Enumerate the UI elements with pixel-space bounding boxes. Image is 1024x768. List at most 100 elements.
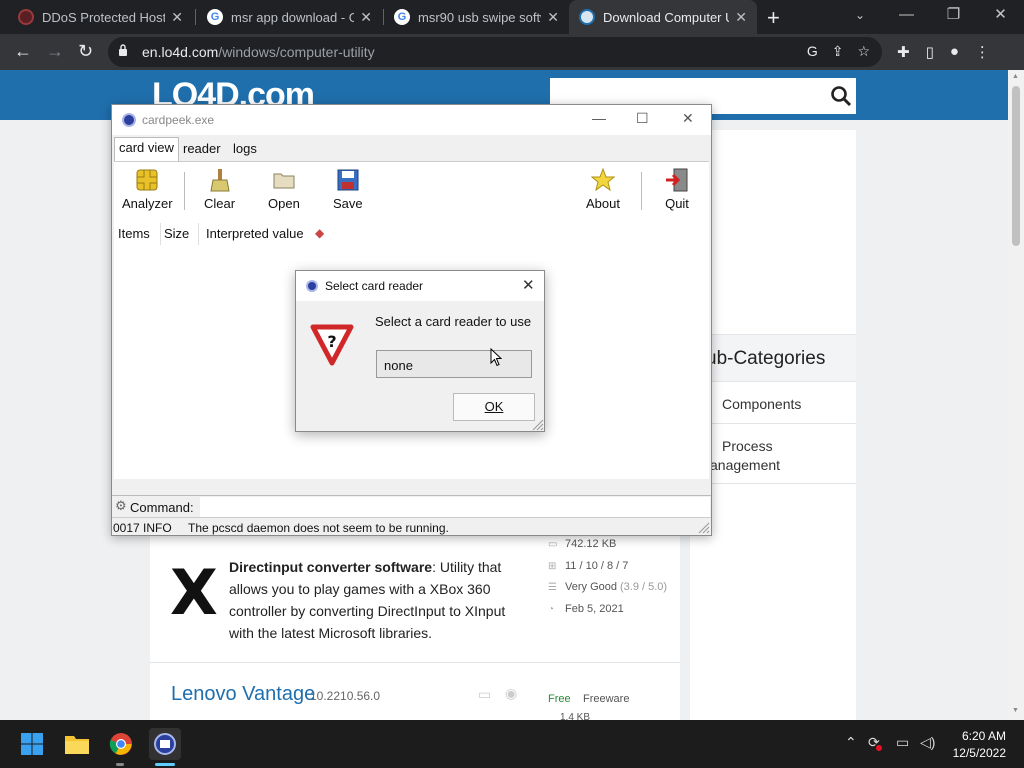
share-icon[interactable]: ⇪ [832, 43, 844, 60]
column-items[interactable]: Items [118, 226, 150, 241]
close-icon[interactable]: ✕ [360, 9, 372, 26]
search-button[interactable] [826, 78, 856, 114]
card-reader-select[interactable]: none [376, 350, 532, 378]
save-button[interactable]: Save [333, 168, 363, 211]
app-size: ▭ 742.12 KB [548, 538, 616, 550]
directinput-app-logo[interactable]: X [170, 556, 218, 629]
tab-separator [195, 9, 196, 25]
omnibox-actions: G ⇪ ☆ [807, 43, 870, 60]
clear-button[interactable]: Clear [204, 168, 235, 211]
tab-logs[interactable]: logs [233, 141, 257, 156]
subcategory-process-management[interactable]: Process anagement [690, 424, 856, 484]
forward-icon[interactable]: → [46, 41, 64, 62]
volume-icon[interactable]: ◁) [920, 734, 935, 751]
tab-card-view[interactable]: card view [114, 137, 179, 161]
google-icon: G [207, 9, 223, 25]
dialog-titlebar[interactable]: Select card reader ✕ [296, 271, 544, 301]
star-icon [590, 168, 615, 192]
folder-icon [273, 173, 295, 189]
minimize-icon[interactable]: — [592, 110, 606, 126]
new-tab-icon[interactable]: + [767, 5, 780, 31]
page-scrollbar[interactable]: ▲ ▼ [1008, 70, 1024, 720]
start-button[interactable] [16, 728, 48, 760]
tab-title: msr app download - Go [231, 9, 355, 25]
analyzer-button[interactable]: Analyzer [122, 168, 173, 211]
app-entry-title[interactable]: Directinput converter software [229, 559, 432, 575]
update-sync-icon[interactable]: ⟳ [868, 734, 882, 751]
browser-tab-2[interactable]: G msr app download - Go ✕ [197, 0, 382, 34]
back-icon[interactable]: ← [14, 41, 32, 62]
chrome-button[interactable] [105, 728, 137, 760]
file-explorer-button[interactable] [61, 728, 93, 760]
chevron-down-icon[interactable]: ⌄ [855, 8, 865, 22]
restore-icon[interactable]: ❐ [930, 0, 977, 34]
address-bar[interactable]: en.lo4d.com/windows/computer-utility G ⇪… [108, 37, 882, 67]
active-indicator [155, 763, 175, 766]
column-interpreted-value[interactable]: Interpreted value [206, 226, 304, 241]
resize-grip-icon[interactable] [698, 522, 710, 534]
maximize-icon[interactable]: ☐ [636, 110, 649, 127]
browser-toolbar: ← → ↻ en.lo4d.com/windows/computer-utili… [0, 34, 1024, 70]
chevron-up-icon[interactable]: ⌃ [845, 734, 857, 751]
windows-taskbar: ⌃ ⟳ ▭ ◁) 6:20 AM 12/5/2022 [0, 720, 1024, 768]
browser-tab-1[interactable]: DDoS Protected Hostin ✕ [8, 0, 193, 34]
lenovo-size: 1.4 KB [560, 712, 591, 720]
ok-button[interactable]: OK [453, 393, 535, 421]
profile-icon[interactable]: ● [950, 43, 959, 61]
toolbar-separator [184, 172, 185, 210]
command-bar: ⚙ Command: [112, 495, 711, 517]
network-icon[interactable]: ▭ [896, 734, 909, 751]
app-entry-description: Directinput converter software: Utility … [229, 556, 524, 644]
search-icon [831, 86, 852, 107]
lock-icon[interactable] [118, 44, 128, 56]
subcategory-components[interactable]: Components [690, 384, 856, 424]
scroll-down-icon[interactable]: ▼ [1012, 707, 1019, 714]
open-button[interactable]: Open [268, 168, 300, 211]
clear-label: Clear [204, 196, 236, 211]
tab-title: Download Computer U [603, 9, 730, 25]
lenovo-vantage-title[interactable]: Lenovo Vantage [171, 683, 315, 706]
chip-icon [136, 169, 158, 191]
scroll-up-icon[interactable]: ▲ [1012, 73, 1019, 80]
broom-icon [209, 169, 230, 192]
close-icon[interactable]: ✕ [735, 9, 747, 26]
close-icon[interactable]: ✕ [682, 110, 694, 127]
column-size[interactable]: Size [164, 226, 189, 241]
date-value: Feb 5, 2021 [565, 603, 624, 615]
command-input[interactable] [200, 497, 710, 517]
scrollbar-thumb[interactable] [1012, 86, 1020, 246]
cardpeek-taskbar-button[interactable] [149, 728, 181, 760]
cardpeek-toolbar: Analyzer Clear Open Save About Quit [114, 161, 709, 219]
card-reader-selected: none [384, 358, 413, 373]
app-os: ⊞ 11 / 10 / 8 / 7 [548, 560, 628, 572]
cardpeek-titlebar[interactable]: cardpeek.exe — ☐ ✕ [112, 105, 711, 135]
close-icon[interactable]: ✕ [171, 9, 183, 26]
google-lens-icon[interactable]: G [807, 43, 818, 60]
more-vert-icon[interactable]: ⋮ [975, 43, 990, 61]
running-indicator [116, 763, 124, 766]
close-icon[interactable]: ✕ [977, 0, 1024, 34]
quit-button[interactable]: Quit [665, 168, 689, 211]
open-label: Open [268, 196, 300, 211]
browser-tab-4-active[interactable]: Download Computer U ✕ [569, 0, 757, 34]
select-card-reader-dialog: Select card reader ✕ ? Select a card rea… [295, 270, 545, 432]
value-format-icon[interactable]: ◆ [315, 226, 324, 240]
browser-tab-3[interactable]: G msr90 usb swipe softw ✕ [384, 0, 569, 34]
tab-reader[interactable]: reader [183, 141, 221, 156]
dialog-app-icon [306, 280, 318, 292]
extension-icons: ✚ ▯ ● ⋮ [897, 43, 990, 61]
puzzle-extensions-icon[interactable]: ✚ [897, 43, 910, 61]
chrome-icon [109, 733, 132, 755]
minimize-icon[interactable]: — [883, 0, 930, 34]
system-clock[interactable]: 6:20 AM 12/5/2022 [946, 728, 1006, 762]
close-icon[interactable]: ✕ [522, 276, 535, 294]
reload-icon[interactable]: ↻ [78, 41, 93, 62]
close-icon[interactable]: ✕ [547, 9, 559, 26]
subcategory-label: Components [722, 396, 802, 412]
resize-grip-icon[interactable] [532, 419, 544, 431]
cardpeek-title: cardpeek.exe [142, 113, 215, 127]
size-value: 742.12 KB [565, 538, 617, 550]
about-button[interactable]: About [586, 168, 620, 211]
side-panel-icon[interactable]: ▯ [926, 43, 934, 61]
bookmark-star-icon[interactable]: ☆ [857, 43, 870, 60]
